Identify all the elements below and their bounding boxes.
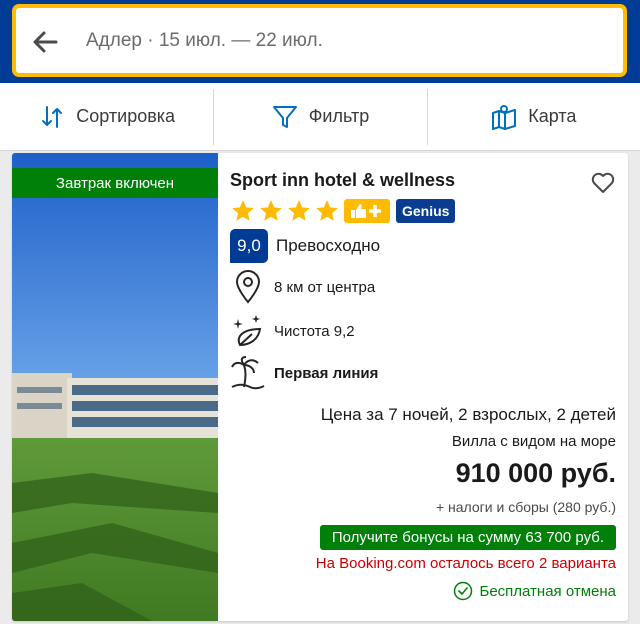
star-icon xyxy=(288,200,310,221)
map-pin-icon xyxy=(235,270,261,304)
taxes-text: + налоги и сборы (280 руб.) xyxy=(435,499,616,515)
star-icon xyxy=(232,200,254,221)
heart-icon[interactable] xyxy=(590,170,616,196)
star-icon xyxy=(260,200,282,221)
availability-warning: На Booking.com осталось всего 2 варианта xyxy=(315,555,616,572)
check-circle-icon xyxy=(454,581,473,601)
preferred-plus-badge xyxy=(344,199,390,223)
filter-funnel-icon xyxy=(272,105,297,128)
bonus-banner: Получите бонусы на сумму 63 700 руб. xyxy=(319,525,616,550)
filter-button[interactable]: Фильтр xyxy=(213,83,426,150)
review-score: 9,0 xyxy=(230,229,268,263)
genius-badge: Genius xyxy=(396,199,456,223)
sparkle-leaf-icon xyxy=(233,315,262,347)
palm-tree-icon xyxy=(231,356,265,390)
beachfront-feature: Первая линия xyxy=(230,355,378,391)
distance-feature: 8 км от центра xyxy=(230,269,375,305)
price-amount: 910 000 руб. xyxy=(455,458,616,488)
search-summary-box[interactable]: Адлер · 15 июл. — 22 июл. xyxy=(12,4,627,77)
distance-text: 8 км от центра xyxy=(274,278,376,296)
review-score-label: Превосходно xyxy=(276,236,381,255)
star-icon xyxy=(316,200,338,221)
breakfast-included-badge: Завтрак включен xyxy=(12,168,218,198)
results-toolbar: Сортировка Фильтр Карта xyxy=(0,83,640,151)
sort-arrows-icon xyxy=(42,105,63,128)
hotel-photo[interactable]: Завтрак включен xyxy=(12,153,218,621)
beachfront-text: Первая линия xyxy=(274,364,379,382)
sort-label: Сортировка xyxy=(76,106,176,126)
sort-button[interactable]: Сортировка xyxy=(0,83,213,150)
back-arrow-icon[interactable] xyxy=(26,22,66,62)
star-rating: Genius xyxy=(230,198,456,224)
price-for-text: Цена за 7 ночей, 2 взрослых, 2 детей xyxy=(320,405,616,424)
filter-label: Фильтр xyxy=(308,106,370,126)
cleanliness-feature: Чистота 9,2 xyxy=(230,313,355,349)
map-icon xyxy=(492,104,517,130)
hotel-name[interactable]: Sport inn hotel & wellness xyxy=(230,170,455,191)
room-type: Вилла с видом на море xyxy=(451,433,616,450)
free-cancellation-text: Бесплатная отмена xyxy=(479,582,616,600)
hotel-card[interactable]: Завтрак включен Sport inn hotel & wellne… xyxy=(12,153,628,621)
cleanliness-text: Чистота 9,2 xyxy=(274,322,355,340)
search-summary-text: Адлер · 15 июл. — 22 июл. xyxy=(86,30,323,51)
thumbs-up-plus-icon xyxy=(351,204,381,218)
map-button[interactable]: Карта xyxy=(426,83,640,150)
map-label: Карта xyxy=(528,106,577,126)
free-cancellation: Бесплатная отмена xyxy=(453,581,616,601)
top-header: Адлер · 15 июл. — 22 июл. xyxy=(0,0,640,83)
hotel-info: Sport inn hotel & wellness Genius 9,0 Пр… xyxy=(230,153,628,621)
